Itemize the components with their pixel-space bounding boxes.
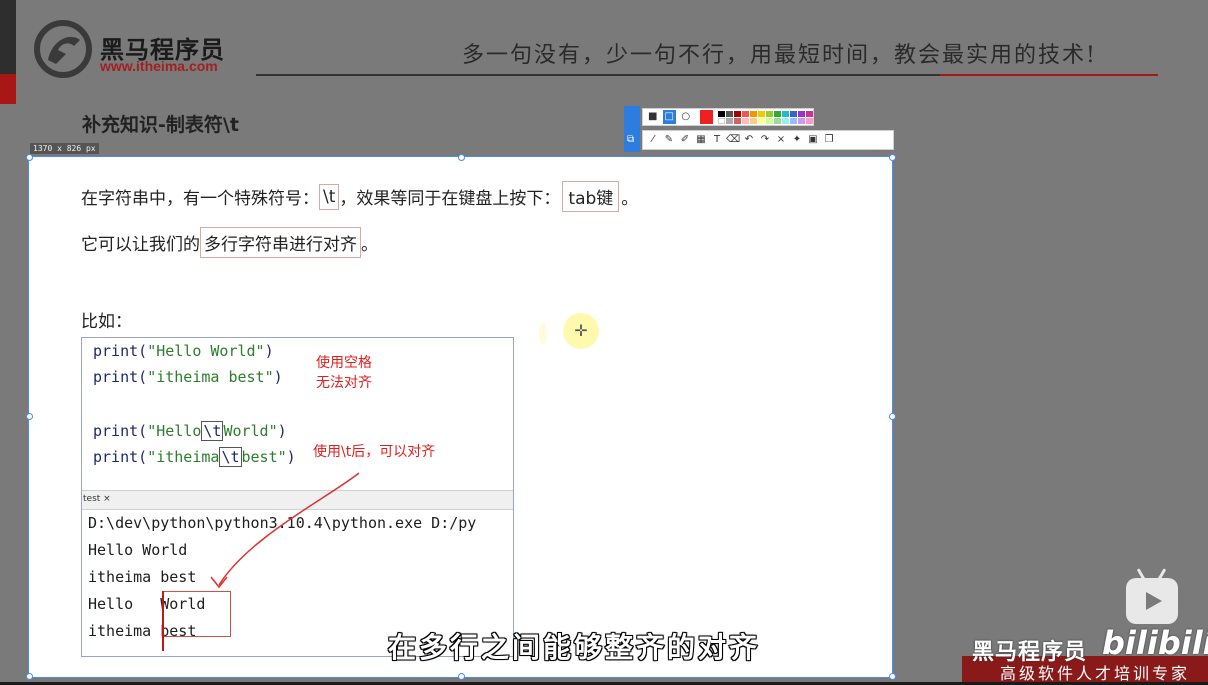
- output-line: D:\dev\python\python3.10.4\python.exe D:…: [88, 514, 477, 532]
- copy-icon[interactable]: ❐: [822, 133, 836, 147]
- capture-size-label: 1370 x 826 px: [30, 143, 99, 154]
- resize-handle[interactable]: [26, 154, 33, 161]
- code-editor: print("Hello World") print("itheima best…: [82, 338, 513, 488]
- shape-row: ■ □ ○: [642, 108, 814, 126]
- tab-key-highlight: tab键: [562, 181, 620, 212]
- undo-icon[interactable]: ↶: [742, 133, 756, 147]
- move-cursor-icon: ✛: [563, 313, 599, 349]
- redo-icon[interactable]: ↷: [758, 133, 772, 147]
- run-tab[interactable]: test ×: [83, 494, 111, 504]
- color-palette[interactable]: [718, 110, 813, 124]
- align-marker-line: [162, 591, 164, 651]
- code-line: print("itheima best"): [93, 368, 283, 386]
- run-tab-bar: test ×: [82, 490, 513, 510]
- close-icon[interactable]: ×: [774, 133, 788, 147]
- code-screenshot: print("Hello World") print("itheima best…: [81, 337, 514, 657]
- intro-text: ，效果等同于在键盘上按下：: [339, 189, 561, 209]
- snip-side-panel[interactable]: ⧉: [624, 106, 640, 152]
- intro-text: 。: [361, 235, 378, 255]
- cursor-trail: [539, 323, 547, 345]
- resize-handle[interactable]: [458, 673, 465, 680]
- capture-selection[interactable]: 在字符串中，有一个特殊符号： \t ，效果等同于在键盘上按下： tab键 。 它…: [26, 154, 896, 680]
- aligned-column-highlight: [162, 591, 231, 637]
- pencil-icon[interactable]: ✎: [662, 133, 676, 147]
- resize-handle[interactable]: [889, 673, 896, 680]
- intro-text: 。: [621, 189, 639, 209]
- marker-icon[interactable]: ✐: [678, 133, 692, 147]
- snip-toolbar: ⧉ ■ □ ○ ⁄ ✎ ✐ ▦ T ⌫ ↶ ↷ × ✦ ▣ ❐: [624, 106, 894, 152]
- align-highlight: 多行字符串进行对齐: [200, 227, 361, 258]
- output-line: Hello World: [88, 541, 188, 559]
- bilibili-tv-icon: [1126, 568, 1178, 624]
- save-icon[interactable]: ▣: [806, 133, 820, 147]
- note-space-no-align: 使用空格 无法对齐: [316, 355, 372, 391]
- brand-url: www.itheima.com: [100, 58, 218, 74]
- resize-handle[interactable]: [889, 413, 896, 420]
- code-line: print("itheima \t best"): [93, 447, 296, 467]
- resize-handle[interactable]: [26, 673, 33, 680]
- intro-text: 它可以让我们的: [81, 235, 200, 255]
- example-label: 比如：: [81, 312, 132, 332]
- left-dark-bar: [0, 0, 16, 74]
- line-icon[interactable]: ⁄: [646, 133, 660, 147]
- video-subtitle: 在多行之间能够整齐的对齐: [387, 630, 761, 665]
- mosaic-icon[interactable]: ▦: [694, 133, 708, 147]
- code-line: print("Hello \t World"): [93, 421, 287, 441]
- resize-handle[interactable]: [458, 154, 465, 161]
- intro-line-2: 它可以让我们的 多行字符串进行对齐 。: [81, 227, 378, 258]
- eraser-icon[interactable]: ⌫: [726, 133, 740, 147]
- rect-outline-icon[interactable]: □: [662, 110, 676, 124]
- left-red-bar: [0, 74, 16, 104]
- slogan: 多一句没有，少一句不行，用最短时间，教会最实用的技术!: [462, 43, 1097, 68]
- note-tab-align: 使用\t后，可以对齐: [313, 444, 436, 460]
- intro-text: 在字符串中，有一个特殊符号：: [81, 189, 319, 209]
- code-line: print("Hello World"): [93, 342, 274, 360]
- text-icon[interactable]: T: [710, 133, 724, 147]
- layers-icon[interactable]: ⧉: [627, 134, 634, 145]
- rectangle-icon[interactable]: ■: [646, 110, 660, 124]
- bilibili-logo: bilibili: [1102, 624, 1208, 662]
- header-rule: [256, 74, 940, 76]
- resize-handle[interactable]: [889, 154, 896, 161]
- ellipse-icon[interactable]: ○: [679, 110, 693, 124]
- itheima-logo-icon: [34, 20, 92, 78]
- intro-line-1: 在字符串中，有一个特殊符号： \t ，效果等同于在键盘上按下： tab键 。: [81, 181, 638, 212]
- slide-title: 补充知识-制表符\t: [82, 114, 239, 136]
- resize-handle[interactable]: [26, 413, 33, 420]
- pin-icon[interactable]: ✦: [790, 133, 804, 147]
- tool-row: ⁄ ✎ ✐ ▦ T ⌫ ↶ ↷ × ✦ ▣ ❐: [642, 130, 894, 150]
- header-rule-accent: [940, 74, 1158, 76]
- output-line: itheima best: [88, 568, 197, 586]
- watermark-tagline: 高级软件人才培训专家: [1000, 664, 1191, 683]
- tab-symbol-highlight: \t: [319, 183, 340, 210]
- selected-color-swatch[interactable]: [699, 110, 713, 124]
